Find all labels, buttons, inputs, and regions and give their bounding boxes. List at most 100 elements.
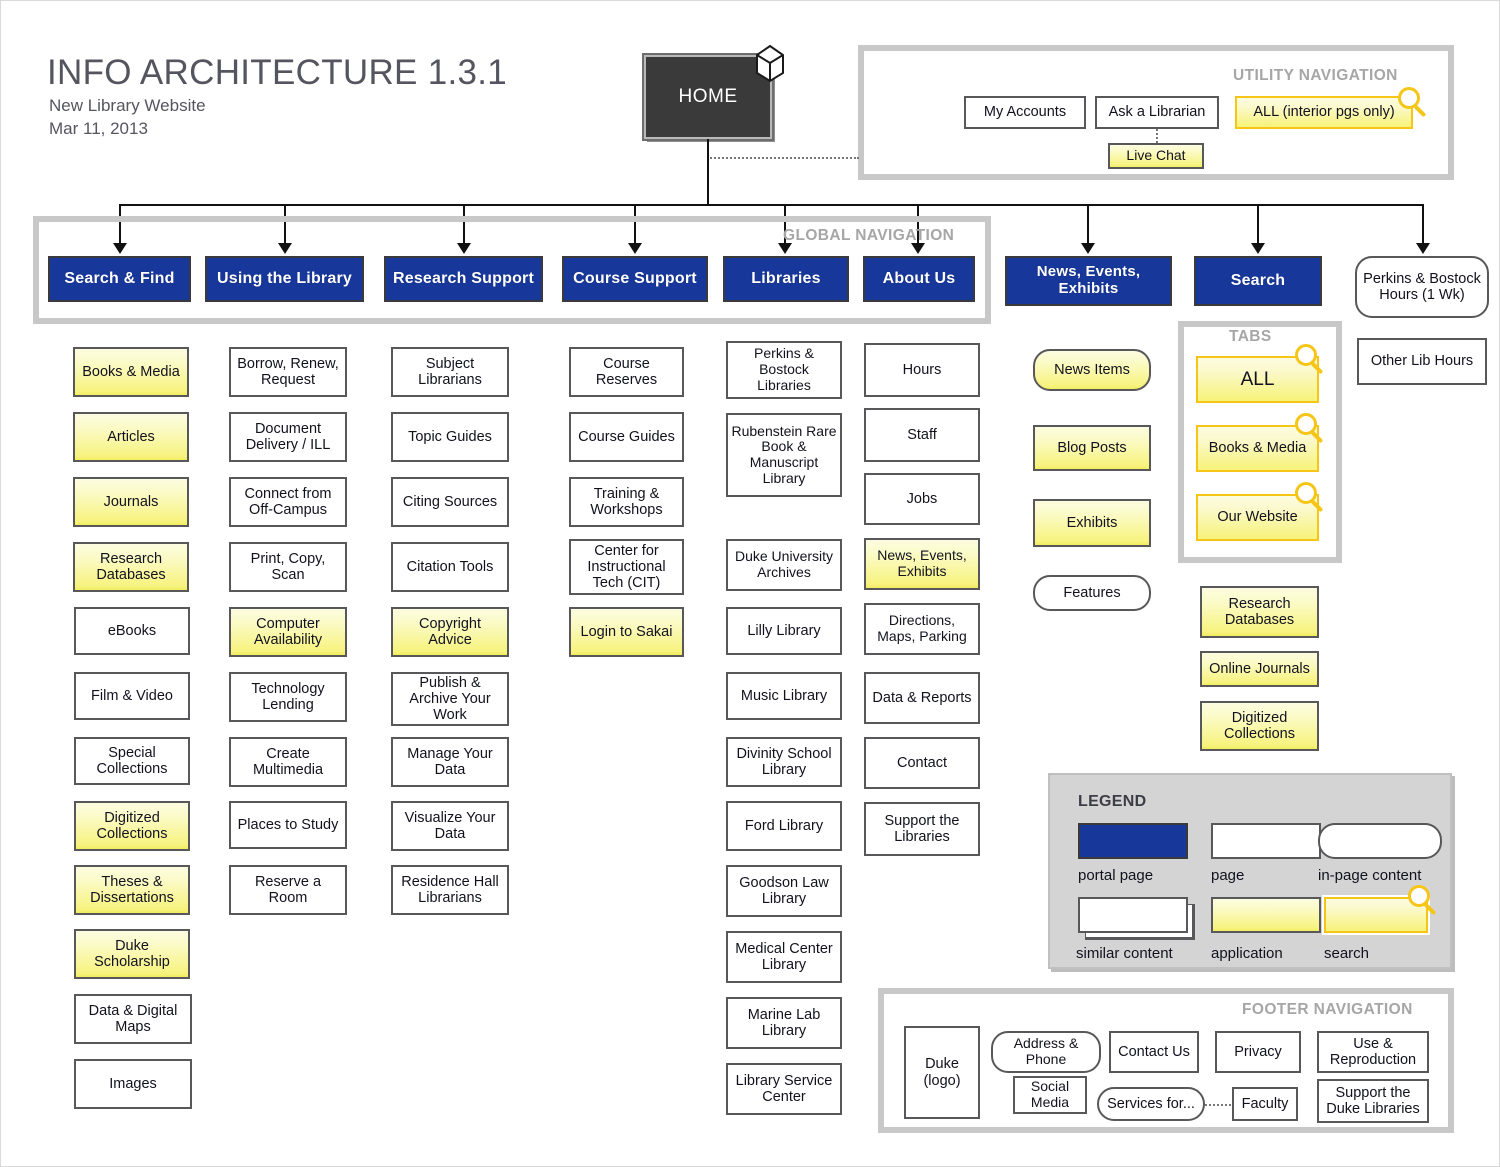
node-online-journals[interactable]: Online Journals — [1200, 651, 1319, 687]
cube-icon — [756, 44, 784, 83]
node-duke-university-archives[interactable]: Duke University Archives — [726, 539, 842, 591]
node-film-and-video[interactable]: Film & Video — [74, 672, 190, 720]
top-level-perkins-bostock-hours[interactable]: Perkins & Bostock Hours (1 Wk) — [1355, 256, 1489, 318]
node-course-guides[interactable]: Course Guides — [569, 412, 684, 462]
node-label: Contact — [897, 754, 947, 771]
footer-item-support-the-duke-libraries[interactable]: Support the Duke Libraries — [1317, 1079, 1429, 1123]
node-perkins-bostock-libraries[interactable]: Perkins & Bostock Libraries — [726, 341, 842, 399]
arrow-search — [1251, 243, 1265, 254]
node-label: Film & Video — [91, 687, 173, 704]
node-label: Online Journals — [1209, 660, 1310, 677]
node-news-items[interactable]: News Items — [1033, 349, 1159, 399]
global-nav-research-support[interactable]: Research Support — [384, 256, 543, 302]
node-copyright-advice[interactable]: Copyright Advice — [391, 607, 509, 657]
global-nav-label: Search & Find — [64, 270, 175, 288]
footer-item-social-media[interactable]: Social Media — [1013, 1076, 1095, 1122]
tab-books-and-media[interactable]: Books & Media — [1194, 423, 1321, 474]
node-exhibits[interactable]: Exhibits — [1033, 499, 1151, 547]
node-journals[interactable]: Journals — [73, 477, 189, 527]
footer-item-address-and-phone[interactable]: Address & Phone — [991, 1031, 1101, 1073]
node-staff[interactable]: Staff — [864, 408, 980, 462]
node-technology-lending[interactable]: Technology Lending — [229, 672, 347, 722]
connector-drop-news — [1087, 204, 1089, 245]
node-citing-sources[interactable]: Citing Sources — [391, 477, 509, 527]
node-contact[interactable]: Contact — [864, 737, 980, 789]
node-subject-librarians[interactable]: Subject Librarians — [391, 347, 509, 397]
node-directions-maps-parking[interactable]: Directions, Maps, Parking — [864, 603, 980, 655]
node-duke-scholarship[interactable]: Duke Scholarship — [74, 929, 190, 979]
node-jobs[interactable]: Jobs — [864, 473, 980, 525]
node-data-and-reports[interactable]: Data & Reports — [864, 672, 980, 724]
node-places-to-study[interactable]: Places to Study — [229, 801, 347, 849]
node-images[interactable]: Images — [74, 1059, 192, 1109]
node-citation-tools[interactable]: Citation Tools — [391, 542, 509, 592]
global-nav-label: About Us — [882, 270, 956, 288]
footer-item-services-for[interactable]: Services for... — [1097, 1087, 1205, 1121]
node-label: Directions, Maps, Parking — [877, 612, 967, 644]
node-other-lib-hours[interactable]: Other Lib Hours — [1357, 338, 1487, 385]
node-news-events-exhibits-about[interactable]: News, Events, Exhibits — [864, 538, 980, 590]
top-level-search[interactable]: Search — [1194, 256, 1322, 306]
node-lilly-library[interactable]: Lilly Library — [726, 607, 842, 655]
node-label: Manage Your Data — [407, 745, 493, 778]
utility-item-all-interior-search[interactable]: ALL (interior pgs only) — [1233, 94, 1415, 131]
node-center-for-instructional-tech[interactable]: Center for Instructional Tech (CIT) — [569, 539, 684, 595]
node-residence-hall-librarians[interactable]: Residence Hall Librarians — [391, 865, 509, 915]
node-manage-your-data[interactable]: Manage Your Data — [391, 737, 509, 787]
connector-home-utility — [707, 157, 859, 159]
node-visualize-your-data[interactable]: Visualize Your Data — [391, 801, 509, 851]
global-nav-about-us[interactable]: About Us — [863, 256, 975, 302]
node-marine-lab-library[interactable]: Marine Lab Library — [726, 997, 842, 1049]
page-date: Mar 11, 2013 — [49, 119, 148, 138]
node-course-reserves[interactable]: Course Reserves — [569, 347, 684, 397]
node-books-and-media[interactable]: Books & Media — [73, 347, 189, 397]
node-library-service-center[interactable]: Library Service Center — [726, 1063, 842, 1115]
utility-item-ask-a-librarian[interactable]: Ask a Librarian — [1095, 96, 1219, 129]
node-create-multimedia[interactable]: Create Multimedia — [229, 737, 347, 787]
global-navigation-label: GLOBAL NAVIGATION — [783, 227, 955, 244]
node-reserve-a-room[interactable]: Reserve a Room — [229, 865, 347, 915]
node-print-copy-scan[interactable]: Print, Copy, Scan — [229, 542, 347, 592]
tab-our-website[interactable]: Our Website — [1194, 492, 1321, 543]
tab-all[interactable]: ALL — [1194, 354, 1321, 405]
node-theses-and-dissertations[interactable]: Theses & Dissertations — [74, 865, 190, 915]
node-articles[interactable]: Articles — [73, 412, 189, 462]
node-goodson-law-library[interactable]: Goodson Law Library — [726, 865, 842, 917]
node-research-databases[interactable]: Research Databases — [73, 542, 189, 592]
node-medical-center-library[interactable]: Medical Center Library — [726, 931, 842, 983]
node-ebooks[interactable]: eBooks — [74, 607, 190, 655]
node-login-to-sakai[interactable]: Login to Sakai — [569, 607, 684, 657]
node-data-and-digital-maps[interactable]: Data & Digital Maps — [74, 994, 192, 1044]
node-divinity-school-library[interactable]: Divinity School Library — [726, 737, 842, 787]
footer-item-faculty[interactable]: Faculty — [1232, 1087, 1306, 1129]
footer-item-use-and-reproduction[interactable]: Use & Reproduction — [1317, 1031, 1429, 1073]
node-search-digitized-collections[interactable]: Digitized Collections — [1200, 701, 1319, 751]
node-computer-availability[interactable]: Computer Availability — [229, 607, 347, 657]
node-connect-from-off-campus[interactable]: Connect from Off-Campus — [229, 477, 347, 527]
footer-item-duke-logo[interactable]: Duke (logo) — [904, 1026, 980, 1119]
global-nav-using-the-library[interactable]: Using the Library — [205, 256, 364, 302]
node-search-research-databases[interactable]: Research Databases — [1200, 586, 1319, 638]
node-document-delivery-ill[interactable]: Document Delivery / ILL — [229, 412, 347, 462]
node-digitized-collections[interactable]: Digitized Collections — [74, 801, 190, 851]
node-support-the-libraries[interactable]: Support the Libraries — [864, 802, 980, 856]
node-rubenstein-library[interactable]: Rubenstein Rare Book & Manuscript Librar… — [726, 413, 842, 497]
node-blog-posts[interactable]: Blog Posts — [1033, 425, 1159, 479]
node-ford-library[interactable]: Ford Library — [726, 801, 842, 851]
utility-item-my-accounts[interactable]: My Accounts — [964, 96, 1086, 129]
utility-item-live-chat[interactable]: Live Chat — [1108, 143, 1204, 169]
node-special-collections[interactable]: Special Collections — [74, 737, 190, 785]
global-nav-libraries[interactable]: Libraries — [723, 256, 849, 302]
footer-item-contact-us[interactable]: Contact Us — [1109, 1031, 1199, 1073]
node-training-and-workshops[interactable]: Training & Workshops — [569, 477, 684, 527]
top-level-news-events-exhibits[interactable]: News, Events, Exhibits — [1005, 256, 1172, 306]
node-publish-archive-your-work[interactable]: Publish & Archive Your Work — [391, 672, 509, 726]
node-music-library[interactable]: Music Library — [726, 672, 842, 720]
node-hours[interactable]: Hours — [864, 343, 980, 397]
global-nav-course-support[interactable]: Course Support — [562, 256, 708, 302]
node-topic-guides[interactable]: Topic Guides — [391, 412, 509, 462]
node-features[interactable]: Features — [1033, 575, 1159, 619]
node-borrow-renew-request[interactable]: Borrow, Renew, Request — [229, 347, 347, 397]
footer-item-privacy[interactable]: Privacy — [1215, 1031, 1301, 1073]
global-nav-search-and-find[interactable]: Search & Find — [48, 256, 191, 302]
